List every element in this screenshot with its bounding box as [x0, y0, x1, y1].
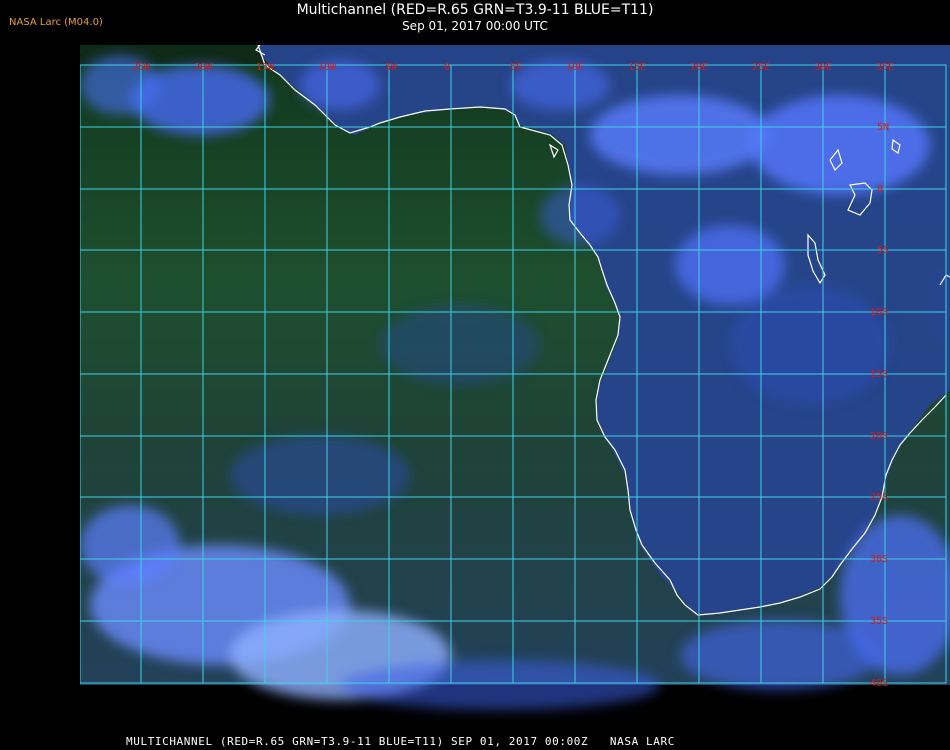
lat-label-0: 0 [877, 184, 883, 195]
lon-label-0: 0 [444, 62, 450, 73]
lon-label-10w: 10W [318, 62, 337, 73]
satellite-map: 25W 20W 15W 10W 5W 0 5E 10E 15E 20E 25E … [80, 45, 950, 727]
lon-label-30e: 30E [814, 62, 832, 73]
lon-label-15w: 15W [256, 62, 275, 73]
lon-label-20w: 20W [194, 62, 213, 73]
lat-label-5s: 5S [877, 245, 889, 256]
lon-label-25w: 25W [132, 62, 151, 73]
lon-label-5e: 5E [510, 62, 522, 73]
lon-label-20e: 20E [690, 62, 708, 73]
lon-label-15e: 15E [628, 62, 646, 73]
lat-label-25s: 25S [870, 492, 888, 503]
lat-label-15s: 15S [870, 369, 888, 380]
lon-label-35e: 35E [876, 62, 894, 73]
image-title: Multichannel (RED=R.65 GRN=T3.9-11 BLUE=… [296, 2, 654, 18]
lat-label-5n: 5N [877, 122, 889, 133]
lon-label-10e: 10E [566, 62, 584, 73]
lat-label-40s: 40S [870, 678, 888, 689]
footer-caption: MULTICHANNEL (RED=R.65 GRN=T3.9-11 BLUE=… [126, 735, 675, 748]
lat-label-10s: 10S [870, 307, 888, 318]
lat-label-20s: 20S [870, 431, 888, 442]
lon-label-25e: 25E [752, 62, 770, 73]
lat-label-30s: 30S [870, 554, 888, 565]
lon-label-5w: 5W [385, 62, 398, 73]
map-canvas: 25W 20W 15W 10W 5W 0 5E 10E 15E 20E 25E … [80, 45, 950, 727]
image-timestamp: Sep 01, 2017 00:00 UTC [402, 19, 548, 33]
lat-label-35s: 35S [870, 616, 888, 627]
